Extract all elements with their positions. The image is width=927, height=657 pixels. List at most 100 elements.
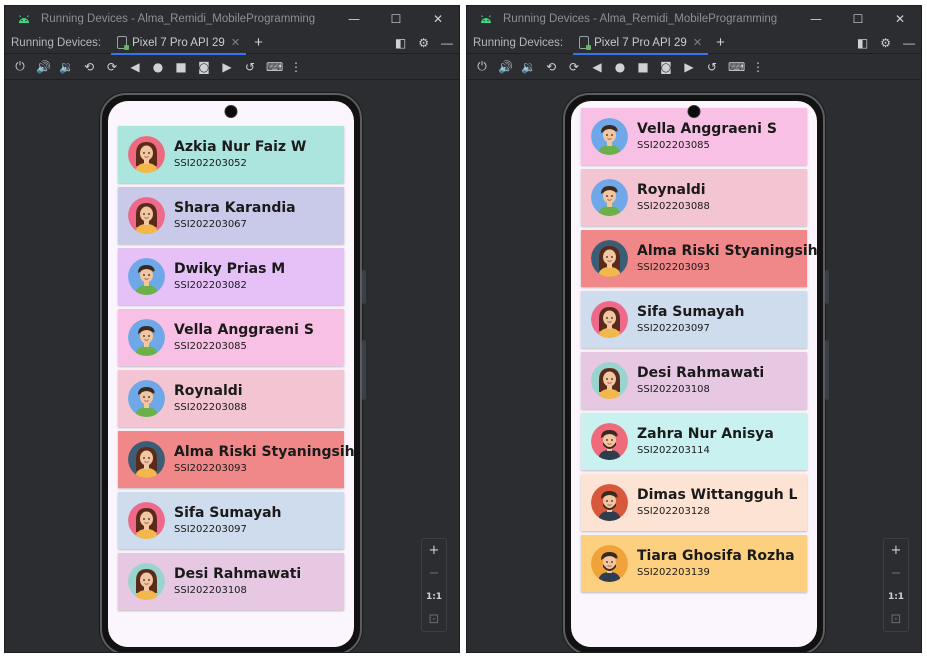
keyboard-icon[interactable]: ⌨	[728, 60, 745, 74]
zoom-out-button[interactable]: −	[422, 562, 446, 585]
gear-icon[interactable]: ⚙	[418, 36, 429, 50]
zoom-actual-size-button[interactable]: 1:1	[884, 585, 908, 608]
tabs-label: Running Devices:	[11, 36, 102, 49]
volume-up-icon[interactable]: 🔊	[498, 60, 513, 74]
student-id: SSI202203108	[637, 384, 710, 395]
student-card[interactable]: Desi Rahmawati SSI202203108	[581, 352, 807, 409]
device-icon	[579, 36, 592, 50]
title-bar: Running Devices - Alma_Remidi_MobileProg…	[467, 6, 921, 32]
volume-down-icon[interactable]: 🔉	[521, 60, 536, 74]
screenshot-icon[interactable]: ◙	[197, 60, 211, 74]
student-name: Alma Riski Styaningsih	[174, 444, 354, 460]
student-id: SSI202203097	[174, 524, 247, 535]
student-card[interactable]: Shara Karandia SSI202203067	[118, 187, 344, 244]
title-bar: Running Devices - Alma_Remidi_MobileProg…	[5, 6, 459, 32]
layout-icon[interactable]: ◧	[857, 36, 868, 50]
gear-icon[interactable]: ⚙	[880, 36, 891, 50]
student-card[interactable]: Sifa Sumayah SSI202203097	[581, 291, 807, 348]
more-icon[interactable]: ⋮	[751, 60, 765, 74]
student-card[interactable]: Dimas Wittangguh L SSI202203128	[581, 474, 807, 531]
phone-frame: Azkia Nur Faiz W SSI202203052 Shara Karand…	[100, 93, 366, 652]
nav-bar	[108, 633, 354, 647]
overview-icon[interactable]: ■	[636, 60, 650, 74]
minimize-icon[interactable]: —	[795, 6, 837, 32]
close-icon[interactable]: ✕	[879, 6, 921, 32]
nav-bar	[571, 633, 817, 647]
tab-close-icon[interactable]: ✕	[231, 36, 240, 49]
tab-device[interactable]: Pixel 7 Pro API 29 ✕	[111, 32, 246, 55]
phone-screen[interactable]: Vella Anggraeni S SSI202203085 Roynaldi SSI…	[571, 101, 817, 647]
rotate-right-icon[interactable]: ⟳	[567, 60, 581, 74]
student-id: SSI202203088	[174, 402, 247, 413]
tab-close-icon[interactable]: ✕	[693, 36, 702, 49]
camera-cutout	[687, 105, 701, 118]
reset-icon[interactable]: ↺	[243, 60, 257, 74]
running-devices-window-left: Running Devices - Alma_Remidi_MobileProg…	[4, 5, 460, 653]
add-tab-icon[interactable]: +	[716, 34, 725, 51]
volume-up-icon[interactable]: 🔊	[36, 60, 51, 74]
tab-device[interactable]: Pixel 7 Pro API 29 ✕	[573, 32, 708, 55]
student-card[interactable]: Roynaldi SSI202203088	[118, 370, 344, 427]
zoom-actual-size-button[interactable]: 1:1	[422, 585, 446, 608]
student-id: SSI202203097	[637, 323, 710, 334]
student-id: SSI202203139	[637, 567, 710, 578]
student-card[interactable]: Alma Riski Styaningsih SSI202203093	[118, 431, 354, 488]
student-card[interactable]: Azkia Nur Faiz W SSI202203052	[118, 126, 344, 183]
student-card[interactable]: Alma Riski Styaningsih SSI202203093	[581, 230, 817, 287]
keyboard-icon[interactable]: ⌨	[266, 60, 283, 74]
device-canvas: Azkia Nur Faiz W SSI202203052 Shara Karand…	[5, 81, 459, 652]
maximize-icon[interactable]: ☐	[837, 6, 879, 32]
fit-screen-icon[interactable]: ⊡	[422, 608, 446, 631]
student-card[interactable]: Desi Rahmawati SSI202203108	[118, 553, 344, 610]
student-name: Shara Karandia	[174, 200, 296, 216]
more-icon[interactable]: ⋮	[289, 60, 303, 74]
student-card[interactable]: Zahra Nur Anisya SSI202203114	[581, 413, 807, 470]
layout-icon[interactable]: ◧	[395, 36, 406, 50]
student-name: Dimas Wittangguh L	[637, 487, 798, 503]
rotate-right-icon[interactable]: ⟳	[105, 60, 119, 74]
window-title: Running Devices - Alma_Remidi_MobileProg…	[503, 13, 778, 25]
student-name: Vella Anggraeni S	[174, 322, 314, 338]
student-list[interactable]: Azkia Nur Faiz W SSI202203052 Shara Karand…	[118, 126, 354, 614]
student-name: Dwiky Prias M	[174, 261, 286, 277]
home-icon[interactable]: ●	[613, 60, 627, 74]
maximize-icon[interactable]: ☐	[375, 6, 417, 32]
zoom-in-button[interactable]: +	[422, 539, 446, 562]
student-list[interactable]: Vella Anggraeni S SSI202203085 Roynaldi SSI…	[581, 108, 817, 596]
record-icon[interactable]: ▶	[220, 60, 234, 74]
back-icon[interactable]: ◀	[128, 60, 142, 74]
back-icon[interactable]: ◀	[590, 60, 604, 74]
record-icon[interactable]: ▶	[682, 60, 696, 74]
student-card[interactable]: Dwiky Prias M SSI202203082	[118, 248, 344, 305]
close-icon[interactable]: ✕	[417, 6, 459, 32]
avatar	[128, 319, 165, 356]
rotate-left-icon[interactable]: ⟲	[544, 60, 558, 74]
phone-screen[interactable]: Azkia Nur Faiz W SSI202203052 Shara Karand…	[108, 101, 354, 647]
student-card[interactable]: Tiara Ghosifa Rozha SSI202203139	[581, 535, 807, 592]
reset-icon[interactable]: ↺	[705, 60, 719, 74]
zoom-out-button[interactable]: −	[884, 562, 908, 585]
hide-icon[interactable]: —	[441, 36, 453, 50]
phone-frame: Vella Anggraeni S SSI202203085 Roynaldi SSI…	[563, 93, 829, 652]
minimize-icon[interactable]: —	[333, 6, 375, 32]
power-icon[interactable]: ⏻	[13, 59, 27, 74]
add-tab-icon[interactable]: +	[254, 34, 263, 51]
home-icon[interactable]: ●	[151, 60, 165, 74]
fit-screen-icon[interactable]: ⊡	[884, 608, 908, 631]
hide-icon[interactable]: —	[903, 36, 915, 50]
overview-icon[interactable]: ■	[174, 60, 188, 74]
student-card[interactable]: Vella Anggraeni S SSI202203085	[118, 309, 344, 366]
avatar	[591, 423, 628, 460]
volume-down-icon[interactable]: 🔉	[59, 60, 74, 74]
zoom-controls: + − 1:1 ⊡	[883, 538, 909, 632]
android-icon	[17, 12, 31, 26]
student-card[interactable]: Roynaldi SSI202203088	[581, 169, 807, 226]
student-card[interactable]: Sifa Sumayah SSI202203097	[118, 492, 344, 549]
student-id: SSI202203067	[174, 219, 247, 230]
screenshot-icon[interactable]: ◙	[659, 60, 673, 74]
zoom-in-button[interactable]: +	[884, 539, 908, 562]
rotate-left-icon[interactable]: ⟲	[82, 60, 96, 74]
student-name: Zahra Nur Anisya	[637, 426, 774, 442]
power-icon[interactable]: ⏻	[475, 59, 489, 74]
student-name: Alma Riski Styaningsih	[637, 243, 817, 259]
